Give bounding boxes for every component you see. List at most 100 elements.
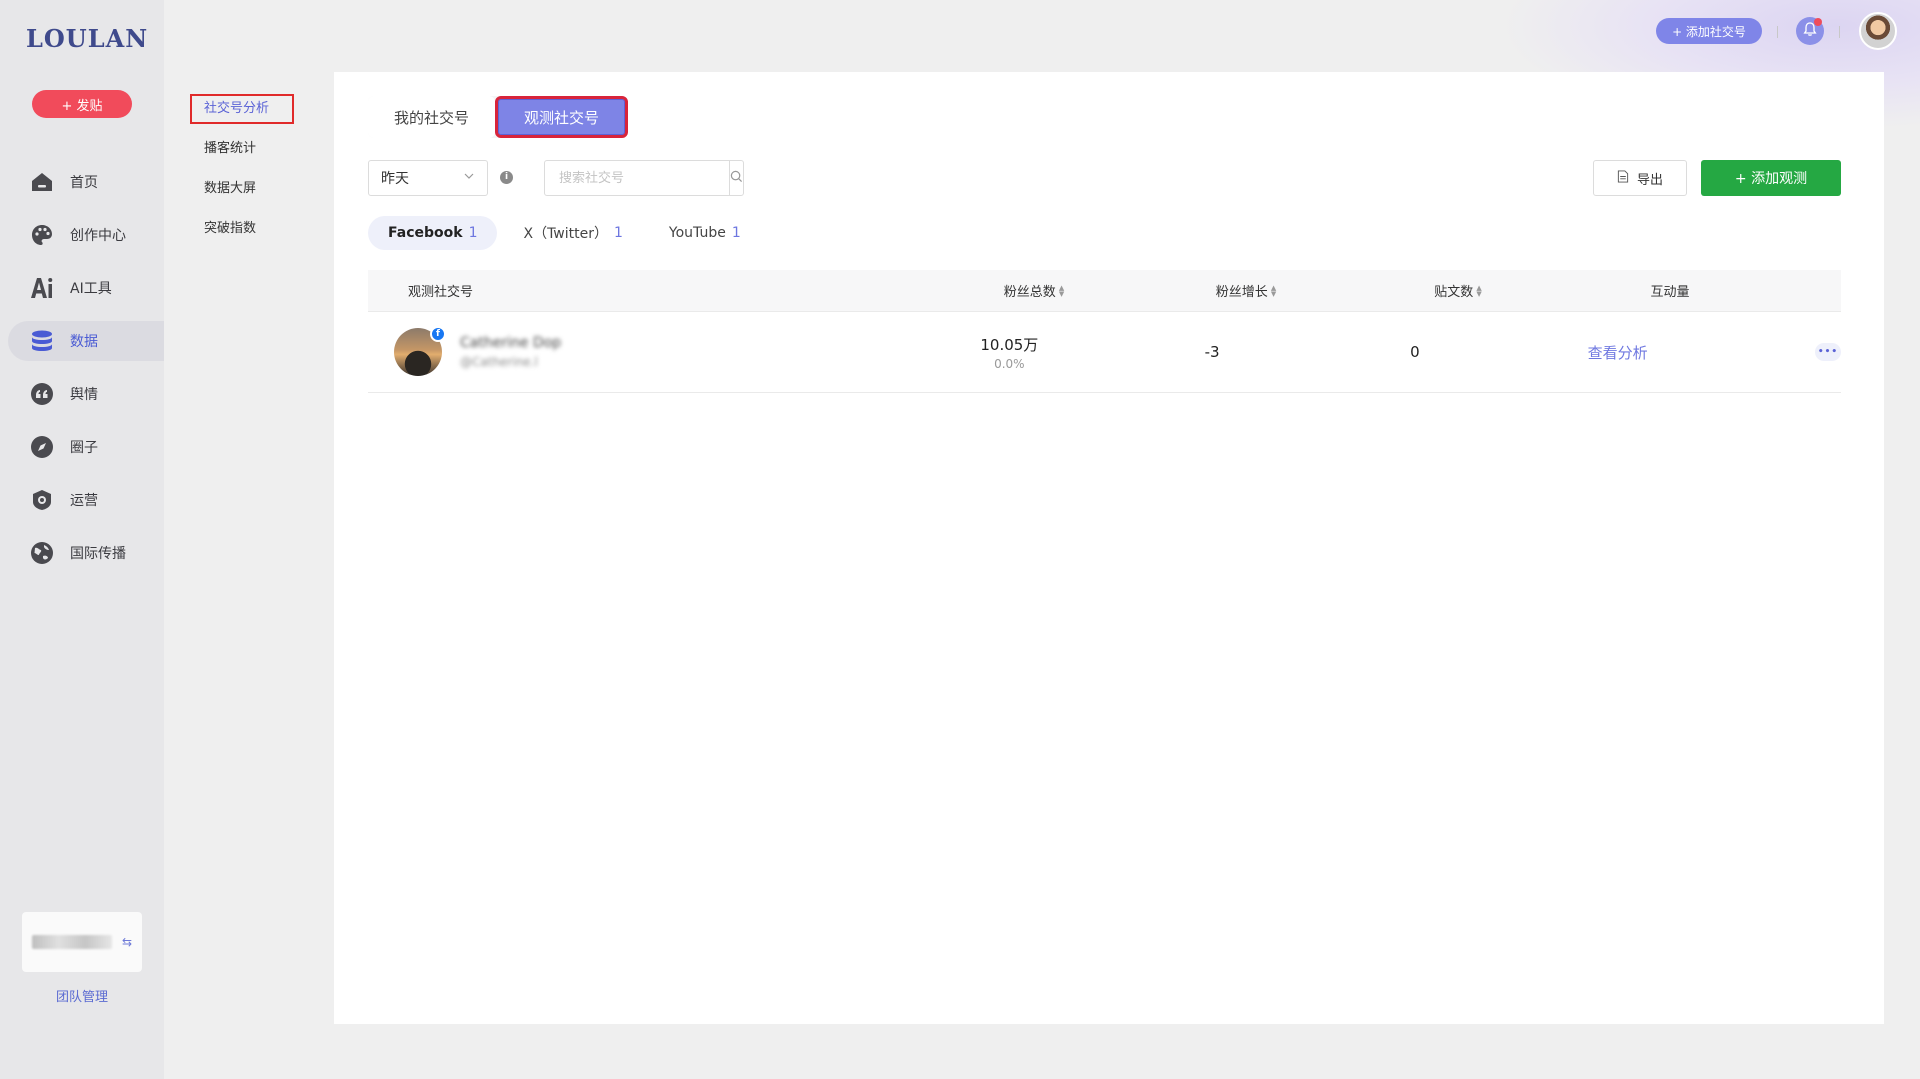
export-button[interactable]: 导出 [1593,160,1687,196]
header-label: 观测社交号 [408,285,474,300]
fans-value: 10.05万 [980,335,1039,354]
header-label: 贴文数 [1434,285,1474,300]
account-info[interactable]: f Catherine Dop @Catherine.l [368,326,586,376]
notification-button[interactable] [1796,17,1824,45]
date-select[interactable]: 昨天 [368,160,488,196]
tab-watched-accounts[interactable]: 观测社交号 [495,96,629,138]
platform-tab-twitter[interactable]: X（Twitter） 1 [503,216,642,250]
account-text: Catherine Dop @Catherine.l [460,335,586,369]
swap-icon[interactable]: ⇆ [122,935,132,949]
globe-icon [30,541,54,565]
database-icon [30,329,54,353]
sub-nav: 社交号分析 播客统计 数据大屏 突破指数 [190,94,294,254]
nav-item-circle[interactable]: 圈子 [8,427,164,467]
document-icon [1617,169,1629,187]
add-watch-button[interactable]: + 添加观测 [1701,160,1841,196]
platform-tab-youtube[interactable]: YouTube 1 [649,216,761,250]
tab-my-accounts[interactable]: 我的社交号 [368,96,496,138]
platform-name: X（Twitter） [523,226,608,242]
nav-item-opinion[interactable]: 舆情 [8,374,164,414]
user-avatar[interactable] [1859,12,1897,50]
nav-item-creation[interactable]: 创作中心 [8,215,164,255]
info-icon[interactable]: i [500,171,513,184]
account-avatar: f [394,326,446,376]
cell-total-fans: 10.05万 0.0% [908,334,1111,371]
table-row: f Catherine Dop @Catherine.l 10.05万 0.0%… [368,312,1842,393]
search-box [544,160,744,196]
platform-name: Facebook [388,225,463,241]
subnav-item-data-screen[interactable]: 数据大屏 [190,174,294,204]
quote-icon [30,382,54,406]
compass-icon [30,435,54,459]
growth-value: -3 [1204,343,1220,361]
nav-label: 数据 [70,334,98,350]
posts-value: 0 [1410,343,1420,361]
cell-fan-growth: -3 [1111,343,1314,361]
sort-icon[interactable]: ▲ ▼ [1476,284,1481,297]
facebook-icon: f [430,326,446,342]
view-analysis-link[interactable]: 查看分析 [1588,342,1648,363]
sort-icon[interactable]: ▲ ▼ [1271,284,1276,297]
cell-account: f Catherine Dop @Catherine.l [368,326,808,376]
more-icon: ••• [1817,347,1839,357]
nav-label: 圈子 [70,440,98,456]
search-input[interactable] [545,161,729,195]
cell-actions: ••• [1719,343,1842,361]
table-header: 观测社交号 粉丝总数 ▲ ▼ 粉丝增长 ▲ ▼ 贴文数 ▲ ▼ 互动量 [368,270,1841,312]
nav-item-data[interactable]: 数据 [8,321,164,361]
chevron-down-icon [463,170,475,186]
ai-icon [30,276,54,300]
main-nav: 首页 创作中心 AI工具 数据 舆情 圈子 运营 国际传播 [0,162,164,586]
divider [1839,26,1840,38]
divider [1777,26,1778,38]
nav-label: 舆情 [70,387,98,403]
logo[interactable]: LOULAN [26,24,148,53]
fans-percent: 0.0% [994,356,1025,371]
nav-label: 国际传播 [70,546,126,562]
subnav-item-social-analysis[interactable]: 社交号分析 [190,94,294,124]
export-label: 导出 [1636,172,1663,188]
cell-engagement: 查看分析 [1516,342,1719,363]
platform-tabs: Facebook 1 X（Twitter） 1 YouTube 1 [368,216,761,250]
platform-count: 1 [468,225,478,241]
search-icon [730,170,743,187]
team-switcher[interactable]: ⇆ [22,912,142,972]
header-total-fans[interactable]: 粉丝总数 ▲ ▼ [928,281,1140,300]
search-button[interactable] [729,161,743,195]
main-panel: 我的社交号 观测社交号 昨天 i 导出 + 添加观测 Facebook 1 X（… [334,72,1884,1024]
nav-label: AI工具 [70,281,112,297]
watched-accounts-table: 观测社交号 粉丝总数 ▲ ▼ 粉丝增长 ▲ ▼ 贴文数 ▲ ▼ 互动量 f Ca… [368,270,1842,393]
header-label: 粉丝增长 [1215,285,1268,300]
date-select-value: 昨天 [381,171,409,187]
nav-item-international[interactable]: 国际传播 [8,533,164,573]
nav-item-operation[interactable]: 运营 [8,480,164,520]
operation-icon [30,488,54,512]
nav-item-home[interactable]: 首页 [8,162,164,202]
header-engagement: 互动量 [1564,281,1776,300]
platform-count: 1 [731,225,741,241]
platform-count: 1 [614,225,623,241]
subnav-item-podcast-stats[interactable]: 播客统计 [190,134,294,164]
home-icon [30,170,54,194]
palette-icon [30,223,54,247]
platform-tab-facebook[interactable]: Facebook 1 [368,216,498,250]
sort-icon[interactable]: ▲ ▼ [1059,284,1064,297]
add-social-account-button[interactable]: + 添加社交号 [1656,18,1762,44]
platform-name: YouTube [668,225,726,241]
nav-label: 运营 [70,493,98,509]
main-sidebar: LOULAN + 发贴 首页 创作中心 AI工具 数据 舆情 圈子 运营 国际传… [0,0,164,1079]
nav-item-ai-tools[interactable]: AI工具 [8,268,164,308]
nav-label: 创作中心 [70,228,126,244]
header-fan-growth[interactable]: 粉丝增长 ▲ ▼ [1140,281,1352,300]
header-label: 互动量 [1650,285,1690,300]
cell-posts: 0 [1313,343,1516,361]
notification-dot [1814,18,1822,26]
post-button[interactable]: + 发贴 [32,90,132,118]
team-manage-link[interactable]: 团队管理 [0,986,164,1005]
more-options-button[interactable]: ••• [1815,343,1842,361]
subnav-item-breakthrough-index[interactable]: 突破指数 [190,214,294,244]
account-name: Catherine Dop [460,335,562,351]
account-handle: @Catherine.l [460,355,538,369]
header-posts[interactable]: 贴文数 ▲ ▼ [1352,281,1564,300]
nav-label: 首页 [70,175,98,191]
